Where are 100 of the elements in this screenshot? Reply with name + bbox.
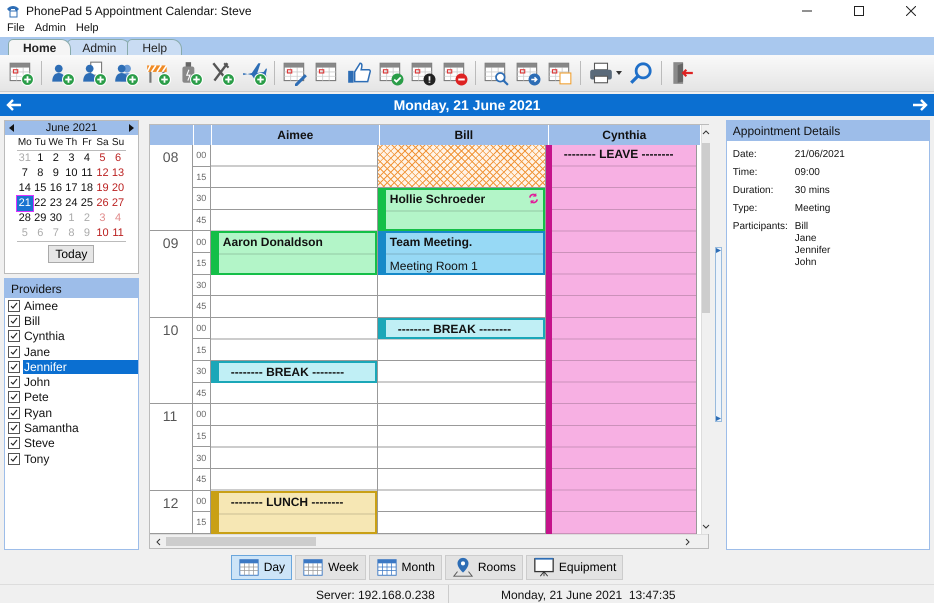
vertical-scrollbar[interactable] (700, 125, 710, 534)
checkbox[interactable] (8, 452, 20, 465)
provider-item[interactable]: Jennifer (23, 360, 138, 374)
checkbox[interactable] (8, 391, 20, 404)
calendar-day[interactable]: 13 (110, 166, 126, 181)
calendar-day[interactable]: 4 (79, 151, 95, 166)
calendar-day[interactable]: 10 (94, 226, 110, 241)
calendar-day[interactable]: 1 (32, 151, 48, 166)
horizontal-scrollbar[interactable] (150, 534, 708, 548)
checkbox[interactable] (8, 314, 20, 327)
panel-title: Providers (11, 282, 62, 296)
weekday-label: Sa (95, 136, 110, 150)
field-label: Time: (732, 167, 758, 178)
ribbon-tab[interactable]: Help (127, 39, 182, 55)
field-label: Participants: (732, 221, 789, 234)
right-arrow-icon[interactable] (912, 97, 928, 113)
calendar-day[interactable]: 17 (64, 181, 80, 196)
provider-item[interactable]: Samantha (23, 421, 138, 436)
menu-item[interactable]: Help (72, 22, 102, 37)
calendar-day[interactable]: 27 (110, 196, 126, 211)
next-month-icon[interactable] (128, 124, 135, 132)
break-block[interactable]: -------- BREAK -------- (378, 318, 545, 340)
calendar-day[interactable]: 3 (64, 151, 80, 166)
checkbox[interactable] (8, 422, 20, 434)
break-block[interactable]: -------- BREAK -------- (210, 361, 377, 383)
checkbox[interactable] (8, 376, 20, 388)
view-button[interactable]: Equipment (526, 554, 624, 580)
weekday-label: Mo (17, 136, 33, 150)
appointment-block[interactable]: Hollie Schroeder (378, 188, 545, 232)
provider-item[interactable]: John (23, 375, 138, 390)
checkbox[interactable] (8, 346, 20, 358)
calendar-day[interactable]: 26 (94, 196, 110, 211)
splitter-handle[interactable] (714, 247, 722, 422)
minute-label: 45 (196, 388, 206, 398)
view-button[interactable]: Day (230, 554, 292, 580)
today-button[interactable]: Today (48, 245, 94, 263)
provider-item[interactable]: Jane (23, 344, 138, 359)
provider-item[interactable]: Aimee (23, 298, 138, 313)
calendar-day[interactable]: 15 (32, 181, 48, 196)
calendar-day[interactable]: 22 (32, 196, 48, 211)
calendar-day[interactable]: 2 (48, 151, 64, 166)
calendar-day[interactable]: 8 (32, 166, 48, 181)
calendar-day[interactable]: 6 (110, 151, 126, 166)
calendar-day[interactable]: 7 (17, 166, 33, 181)
calendar-day[interactable]: 20 (110, 181, 126, 196)
field-value: 21/06/2021 (794, 149, 845, 160)
calendar-day[interactable]: 9 (48, 166, 64, 181)
hour-label: 11 (162, 408, 178, 424)
field-value: 09:00 (794, 167, 820, 178)
minute-label: 45 (196, 474, 206, 484)
view-button[interactable]: Week (295, 554, 366, 580)
checkbox[interactable] (8, 300, 20, 312)
menu-item[interactable]: Admin (32, 22, 69, 37)
calendar-day[interactable]: 10 (64, 166, 80, 181)
provider-item[interactable]: Cynthia (23, 329, 138, 344)
calendar-day[interactable]: 25 (79, 196, 95, 211)
weekday-label: Th (64, 136, 78, 150)
ribbon-tab[interactable]: Home (8, 39, 72, 55)
calendar-day[interactable]: 28 (17, 211, 33, 226)
calendar-day[interactable]: 11 (79, 166, 95, 181)
menu-item[interactable]: File (4, 22, 28, 37)
minute-label: 15 (196, 344, 206, 355)
calendar-day[interactable]: 30 (48, 211, 64, 226)
appointment-block[interactable]: Aaron Donaldson (210, 231, 377, 275)
checkbox[interactable] (8, 406, 20, 419)
calendar-day[interactable]: 24 (64, 196, 80, 211)
calendar-day[interactable]: 16 (48, 181, 64, 196)
scroll-right-icon[interactable] (684, 538, 692, 546)
provider-item[interactable]: Ryan (23, 406, 138, 420)
calendar-day[interactable]: 19 (94, 181, 110, 196)
calendar-day[interactable]: 12 (94, 166, 110, 181)
previous-month-icon[interactable] (8, 124, 15, 132)
calendar-day[interactable]: 5 (94, 151, 110, 166)
provider-item[interactable]: Steve (23, 436, 138, 450)
scroll-left-icon[interactable] (154, 538, 162, 546)
minute-label: 45 (196, 301, 206, 312)
scroll-down-icon[interactable] (702, 523, 710, 531)
calendar-day[interactable]: 18 (79, 181, 95, 196)
left-arrow-icon[interactable] (6, 97, 22, 113)
calendar-day[interactable]: 14 (17, 181, 33, 196)
calendar-day[interactable]: 29 (32, 211, 48, 226)
provider-item[interactable]: Pete (23, 390, 138, 404)
lunch-block[interactable]: -------- LUNCH -------- (210, 490, 377, 534)
view-button[interactable]: Rooms (444, 554, 523, 580)
checkbox[interactable] (8, 330, 20, 342)
provider-item[interactable]: Bill (23, 314, 138, 328)
scroll-up-icon[interactable] (702, 128, 710, 136)
view-button[interactable]: Month (368, 554, 442, 580)
field-value: Jane (794, 233, 818, 244)
checkbox[interactable] (8, 360, 20, 373)
calendar-day[interactable]: 11 (110, 226, 126, 241)
leave-block[interactable]: -------- LEAVE -------- (546, 145, 696, 534)
field-label: Date: (732, 149, 758, 160)
calendar-day[interactable]: 23 (48, 196, 64, 211)
minute-label: 30 (196, 366, 206, 376)
checkbox[interactable] (8, 437, 20, 450)
calendar-day[interactable]: 21 (17, 196, 33, 211)
minute-label: 15 (196, 172, 206, 182)
provider-item[interactable]: Tony (23, 452, 138, 466)
appointment-block[interactable]: Team Meeting. Meeting Room 1 (378, 231, 545, 275)
